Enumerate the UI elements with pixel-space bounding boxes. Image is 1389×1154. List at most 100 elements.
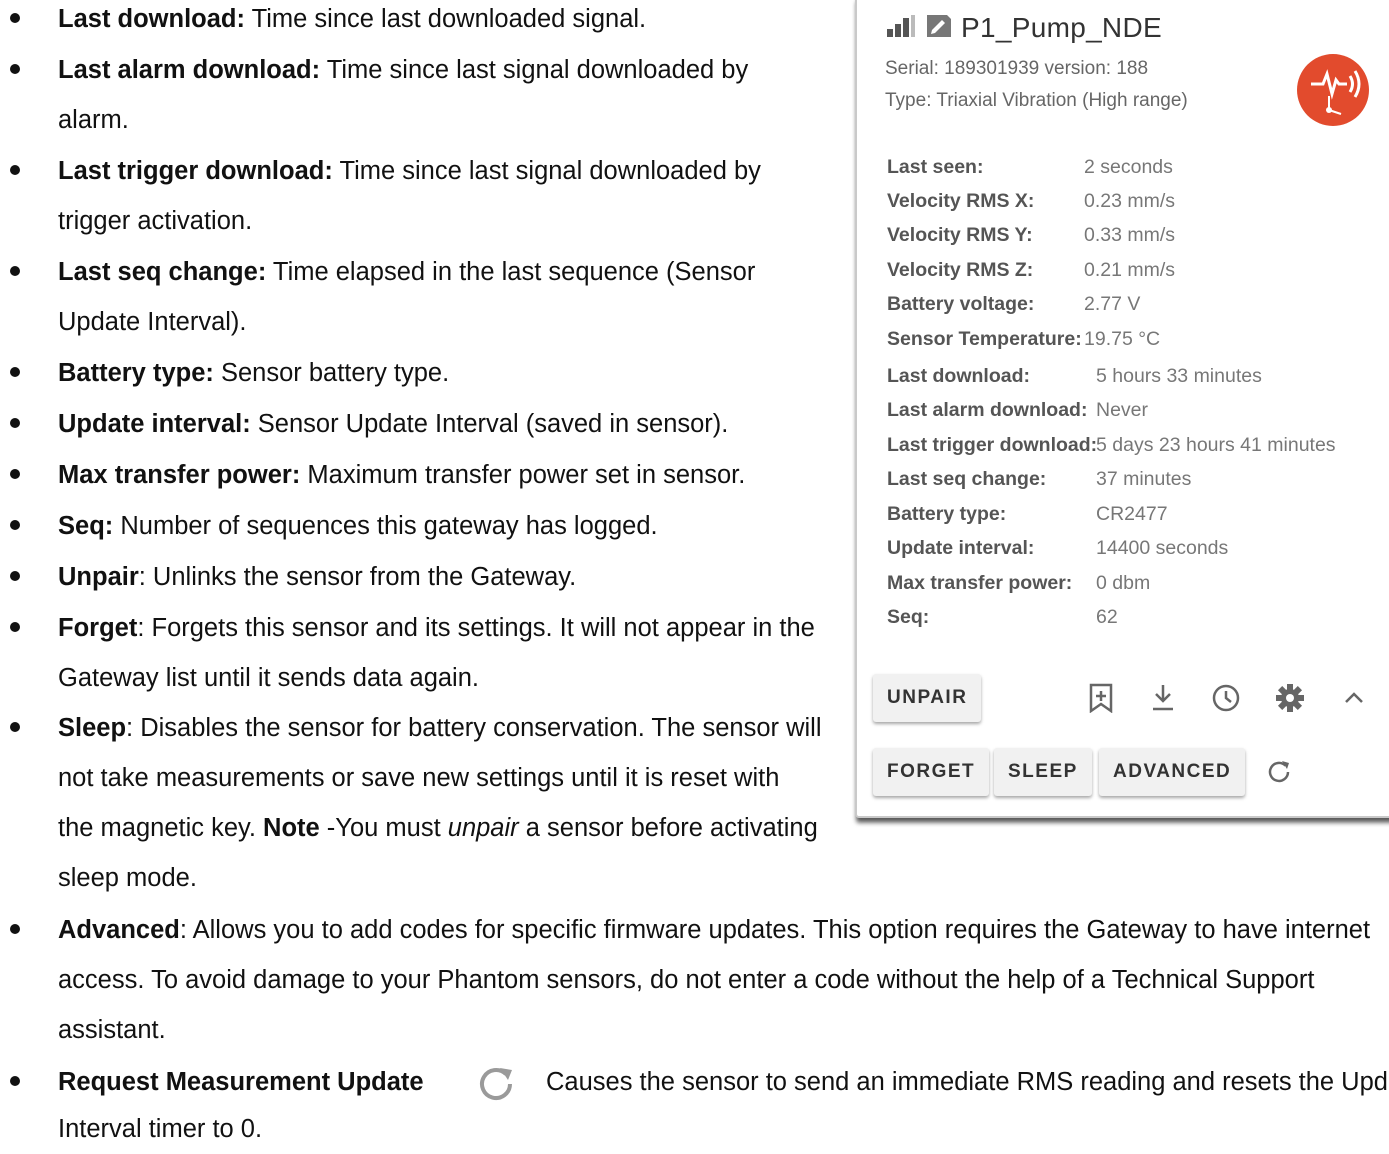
description-cont: trigger activation. <box>58 207 253 235</box>
list-item: Forget: Forgets this sensor and its sett… <box>0 603 815 703</box>
info-value: 2 seconds <box>1084 156 1173 178</box>
description: Time since last signal downloaded by <box>332 157 761 185</box>
info-value: CR2477 <box>1096 503 1168 525</box>
info-label: Max transfer power: <box>887 572 1073 594</box>
list-item: Update interval: Sensor Update Interval … <box>0 399 728 449</box>
bookmark-add-icon[interactable] <box>1084 681 1118 715</box>
list-item: Request Measurement Update Causes the se… <box>0 1057 1389 1154</box>
info-value: 0.33 mm/s <box>1084 224 1176 246</box>
signal-icon <box>887 14 915 42</box>
term: Unpair <box>58 563 139 591</box>
bullet <box>10 469 20 479</box>
list-item: Unpair: Unlinks the sensor from the Gate… <box>0 552 576 602</box>
italic-text: unpair <box>447 814 519 842</box>
list-item: Advanced: Allows you to add codes for sp… <box>0 905 1370 1055</box>
description-cont: access. To avoid damage to your Phantom … <box>58 966 1315 994</box>
description-cont: Gateway list until it sends data again. <box>58 664 479 692</box>
bullet <box>10 165 20 175</box>
description: Sensor Update Interval (saved in sensor)… <box>250 410 729 438</box>
info-value: 0 dbm <box>1096 572 1151 594</box>
info-label: Battery type: <box>887 503 1007 525</box>
note-label: Note <box>263 814 320 842</box>
term: Last seq change: <box>58 258 267 286</box>
unpair-button[interactable]: UNPAIR <box>873 674 982 722</box>
term: Seq: <box>58 512 114 540</box>
list-item: Last seq change: Time elapsed in the las… <box>0 247 755 347</box>
term: Last alarm download: <box>58 56 321 84</box>
refresh-icon <box>474 1062 518 1106</box>
description-cont: not take measurements or save new settin… <box>58 764 780 792</box>
sensor-name: P1_Pump_NDE <box>961 12 1162 43</box>
info-label: Sensor Temperature: <box>887 328 1082 350</box>
gear-icon[interactable] <box>1273 681 1307 715</box>
description: : Unlinks the sensor from the Gateway. <box>138 563 577 591</box>
description-cont: Update Interval). <box>58 308 247 336</box>
bullet <box>10 1076 20 1086</box>
bullet <box>10 266 20 276</box>
chevron-up-icon[interactable] <box>1337 681 1371 715</box>
list-item: Sleep: Disables the sensor for battery c… <box>0 703 821 903</box>
text: -You must <box>319 814 448 842</box>
sleep-button[interactable]: SLEEP <box>994 748 1092 796</box>
advanced-button[interactable]: ADVANCED <box>1099 748 1246 796</box>
term: Advanced <box>58 916 180 944</box>
bullet <box>10 367 20 377</box>
term: Request Measurement Update <box>58 1068 424 1096</box>
info-value: 0.23 mm/s <box>1084 190 1176 212</box>
text: a sensor before activating <box>518 814 818 842</box>
info-label: Last seq change: <box>887 468 1047 490</box>
term: Last download: <box>58 5 245 33</box>
info-label: Last alarm download: <box>887 399 1088 421</box>
refresh-icon[interactable] <box>1262 755 1296 789</box>
download-icon[interactable] <box>1146 681 1180 715</box>
bullet <box>10 622 20 632</box>
description: Causes the sensor to send an immediate R… <box>546 1068 1389 1096</box>
description-cont: alarm. <box>58 106 129 134</box>
info-label: Update interval: <box>887 537 1035 559</box>
text: the magnetic key. <box>58 814 264 842</box>
term: Forget <box>58 614 138 642</box>
description: Number of sequences this gateway has log… <box>113 512 658 540</box>
description: Time since last signal downloaded by <box>320 56 749 84</box>
clock-icon[interactable] <box>1209 681 1243 715</box>
term: Battery type: <box>58 359 214 387</box>
term: Max transfer power: <box>58 461 301 489</box>
bullet <box>10 418 20 428</box>
vibration-sensor-icon <box>1297 54 1369 126</box>
description: Sensor battery type. <box>213 359 450 387</box>
description: Time since last downloaded signal. <box>245 5 647 33</box>
info-label: Last download: <box>887 365 1030 387</box>
list-item: Battery type: Sensor battery type. <box>0 348 449 398</box>
info-label: Last seen: <box>887 156 984 178</box>
description: : Forgets this sensor and its settings. … <box>137 614 815 642</box>
description-cont: the magnetic key. Note -You must unpair … <box>58 803 821 853</box>
type-text: Type: Triaxial Vibration (High range) <box>885 90 1188 111</box>
info-label: Velocity RMS Y: <box>887 224 1033 246</box>
list-item: Last alarm download: Time since last sig… <box>0 45 748 145</box>
bullet <box>10 13 20 23</box>
info-label: Battery voltage: <box>887 293 1035 315</box>
info-value: 0.21 mm/s <box>1084 259 1176 281</box>
description: : Allows you to add codes for specific f… <box>179 916 1371 944</box>
sensor-card: P1_Pump_NDE Serial: 189301939 version: 1… <box>855 0 1389 818</box>
info-value: 5 days 23 hours 41 minutes <box>1096 434 1336 456</box>
description-cont: sleep mode. <box>58 864 197 892</box>
info-label: Velocity RMS Z: <box>887 259 1034 281</box>
tag-icon[interactable] <box>925 13 953 44</box>
list-item: Seq: Number of sequences this gateway ha… <box>0 501 658 551</box>
forget-button[interactable]: FORGET <box>873 748 990 796</box>
description: Maximum transfer power set in sensor. <box>300 461 746 489</box>
list-item: Last trigger download: Time since last s… <box>0 146 761 246</box>
description-cont: Interval timer to 0. <box>58 1115 263 1143</box>
info-label: Velocity RMS X: <box>887 190 1035 212</box>
list-item: Last download: Time since last downloade… <box>0 0 646 44</box>
info-value: 37 minutes <box>1096 468 1192 490</box>
info-value: 14400 seconds <box>1096 537 1229 559</box>
info-value: 19.75 °C <box>1084 328 1161 350</box>
info-label: Seq: <box>887 606 930 628</box>
bullet <box>10 571 20 581</box>
term: Last trigger download: <box>58 157 333 185</box>
bullet <box>10 722 20 732</box>
bullet <box>10 64 20 74</box>
info-value: Never <box>1096 399 1149 421</box>
